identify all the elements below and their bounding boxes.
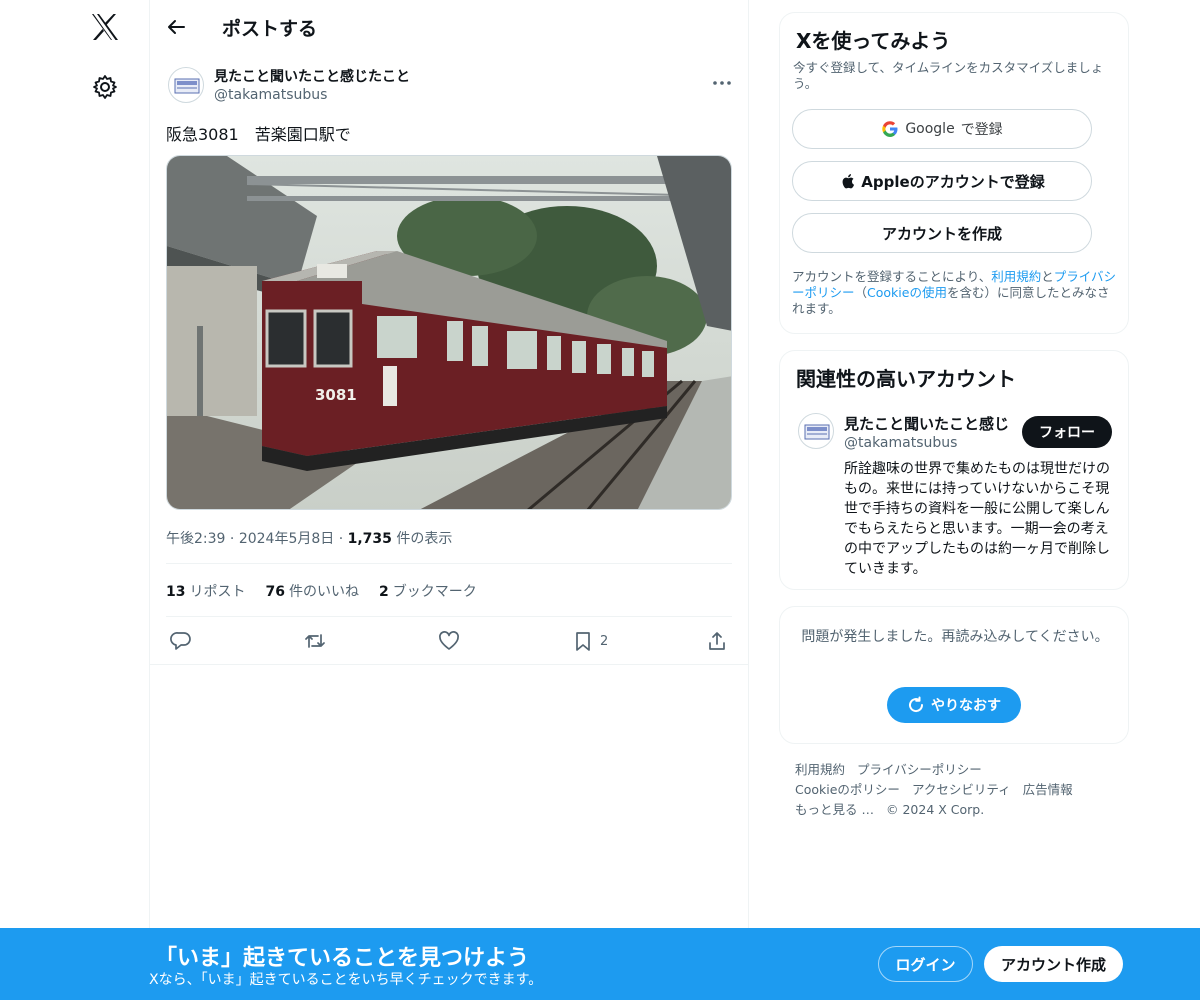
- signup-title: Xを使ってみよう: [796, 29, 951, 53]
- left-rail: [0, 0, 150, 1000]
- signup-card: Xを使ってみよう 今すぐ登録して、タイムラインをカスタマイズしましょう。 Goo…: [779, 12, 1129, 334]
- error-card: 問題が発生しました。再読み込みしてください。 やりなおす: [779, 606, 1129, 744]
- heart-icon: [439, 631, 459, 650]
- post-stats: 13 リポスト 76 件のいいね 2 ブックマーク: [166, 581, 477, 601]
- create-account-button[interactable]: アカウントを作成: [792, 213, 1092, 253]
- post-photo[interactable]: 3081: [166, 155, 732, 510]
- google-label: Google: [905, 121, 955, 137]
- share-button[interactable]: [706, 628, 728, 654]
- google-icon: [882, 121, 898, 137]
- related-title: 関連性の高いアカウント: [796, 367, 1016, 391]
- post-time[interactable]: 午後2:39: [166, 531, 225, 547]
- signup-button[interactable]: アカウント作成: [984, 946, 1123, 982]
- separator-dot: ·: [229, 531, 235, 547]
- login-button[interactable]: ログイン: [878, 946, 973, 982]
- views-label: 件の表示: [396, 531, 453, 547]
- bottom-banner: 「いま」起きていることを見つけよう Xなら、「いま」起きていることをいち早くチェ…: [0, 928, 1200, 1000]
- reply-button[interactable]: [170, 628, 192, 654]
- author-handle[interactable]: @takamatsubus: [214, 87, 327, 103]
- page-title: ポストする: [222, 18, 318, 40]
- train-number: 3081: [315, 386, 357, 404]
- signup-subtitle: 今すぐ登録して、タイムラインをカスタマイズしましょう。: [793, 60, 1104, 91]
- separator-dot: ·: [338, 531, 344, 547]
- retry-label: やりなおす: [931, 698, 1001, 714]
- avatar[interactable]: [168, 67, 204, 103]
- likes-count: 76: [265, 584, 285, 600]
- footer-link-terms[interactable]: 利用規約: [795, 762, 845, 777]
- likes-label: 件のいいね: [288, 584, 359, 600]
- legal-text-part: アカウントを登録することにより、: [792, 269, 992, 284]
- apple-signup-button[interactable]: Appleのアカウントで登録: [792, 161, 1092, 201]
- footer-links: 利用規約 プライバシーポリシー Cookieのポリシー アクセシビリティ 広告情報 も…: [795, 760, 1125, 820]
- legal-text: アカウントを登録することにより、利用規約とプライバシーポリシー（Cookieの使…: [792, 269, 1120, 317]
- reply-icon: [170, 632, 191, 650]
- post-text: 阪急3081 苦楽園口駅で: [166, 125, 351, 144]
- create-account-label: アカウントを作成: [881, 224, 1002, 243]
- google-label-suffix: で登録: [960, 122, 1003, 138]
- error-message: 問題が発生しました。再読み込みしてください。: [801, 629, 1109, 645]
- more-options-icon[interactable]: [712, 72, 732, 85]
- banner-title: 「いま」起きていることを見つけよう: [155, 946, 530, 971]
- likes-stat[interactable]: 76 件のいいね: [265, 581, 358, 601]
- repost-icon: [305, 634, 325, 648]
- footer-link-more[interactable]: もっと見る …: [795, 802, 874, 817]
- related-account-bio: 所詮趣味の世界で集めたものは現世だけのもの。来世には持っていけないからこそ現世で…: [844, 461, 1110, 577]
- banner-subtitle: Xなら、「いま」起きていることをいち早くチェックできます。: [149, 972, 543, 988]
- post-meta: 午後2:39 · 2024年5月8日 · 1,735 件の表示: [166, 528, 452, 548]
- share-icon: [709, 632, 725, 650]
- divider: [166, 616, 732, 617]
- reposts-count: 13: [166, 584, 186, 600]
- author-name[interactable]: 見たこと聞いたこと感じたこと: [214, 66, 410, 86]
- reposts-label: リポスト: [189, 584, 246, 600]
- gear-icon[interactable]: [92, 74, 118, 100]
- bookmark-count: 2: [600, 633, 609, 649]
- related-account-name[interactable]: 見たこと聞いたこと感じ: [844, 413, 1012, 434]
- footer-link-ads[interactable]: 広告情報: [1023, 782, 1073, 797]
- like-button[interactable]: [438, 628, 460, 654]
- footer-copyright: © 2024 X Corp.: [885, 802, 985, 817]
- footer-link-privacy[interactable]: プライバシーポリシー: [857, 762, 982, 777]
- views-count: 1,735: [347, 531, 392, 547]
- repost-button[interactable]: [304, 628, 326, 654]
- legal-text-part: （: [854, 285, 868, 300]
- refresh-icon: [909, 696, 924, 713]
- main-column: ポストする 見たこと聞いたこと感じたこと @takamatsubus 阪急308…: [150, 0, 749, 928]
- related-accounts-card: 関連性の高いアカウント 見たこと聞いたこと感じ @takamatsubus フォ…: [779, 350, 1129, 590]
- footer-link-cookie[interactable]: Cookieのポリシー: [795, 782, 900, 797]
- terms-link[interactable]: 利用規約: [991, 269, 1041, 284]
- retry-button[interactable]: やりなおす: [887, 687, 1021, 723]
- apple-label: Appleのアカウントで登録: [861, 172, 1045, 191]
- arrow-left-icon[interactable]: [164, 14, 190, 40]
- legal-text-part: と: [1041, 269, 1054, 284]
- divider: [150, 664, 749, 665]
- follow-button[interactable]: フォロー: [1022, 416, 1112, 448]
- apple-icon: [842, 174, 855, 189]
- google-signup-button[interactable]: Google で登録: [792, 109, 1092, 149]
- related-account-handle[interactable]: @takamatsubus: [844, 435, 957, 451]
- post-date[interactable]: 2024年5月8日: [239, 531, 334, 547]
- divider: [166, 563, 732, 564]
- post-header: ポストする: [150, 0, 749, 54]
- x-logo-icon[interactable]: [90, 12, 120, 42]
- cookie-link[interactable]: Cookieの使用: [867, 285, 947, 300]
- avatar[interactable]: [798, 413, 834, 449]
- bookmarks-label: ブックマーク: [392, 584, 477, 600]
- footer-link-accessibility[interactable]: アクセシビリティ: [912, 782, 1011, 797]
- bookmark-icon: [576, 632, 590, 651]
- bookmark-button[interactable]: 2: [572, 628, 608, 654]
- bookmarks-stat[interactable]: 2 ブックマーク: [379, 581, 477, 601]
- reposts-stat[interactable]: 13 リポスト: [166, 581, 245, 601]
- bookmarks-count: 2: [378, 584, 389, 600]
